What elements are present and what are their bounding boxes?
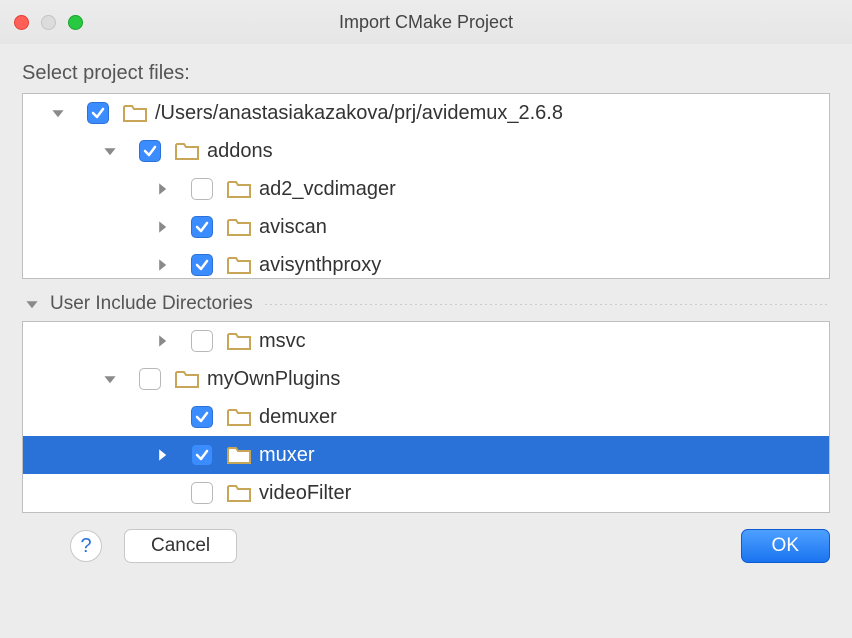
tree-row[interactable]: ad2_vcdimager [23, 170, 829, 208]
tree-row[interactable]: muxer [23, 436, 829, 474]
folder-icon [227, 217, 251, 237]
folder-icon [227, 179, 251, 199]
chevron-down-icon[interactable] [101, 142, 119, 160]
tree-item-label: msvc [259, 330, 306, 353]
tree-item-label: demuxer [259, 406, 337, 429]
checkbox[interactable] [139, 368, 161, 390]
user-include-section-header[interactable]: User Include Directories [22, 293, 830, 315]
checkbox[interactable] [191, 482, 213, 504]
folder-icon [227, 445, 251, 465]
checkbox[interactable] [139, 140, 161, 162]
tree-item-label: ad2_vcdimager [259, 178, 396, 201]
tree-item-label: avisynthproxy [259, 254, 381, 277]
window-title: Import CMake Project [0, 12, 852, 33]
folder-icon [175, 141, 199, 161]
tree-row[interactable]: demuxer [23, 398, 829, 436]
checkbox[interactable] [87, 102, 109, 124]
close-dot[interactable] [14, 15, 29, 30]
folder-icon [175, 369, 199, 389]
folder-icon [227, 407, 251, 427]
user-include-title: User Include Directories [50, 293, 253, 315]
select-project-files-label: Select project files: [22, 62, 830, 85]
cancel-button[interactable]: Cancel [124, 529, 237, 563]
tree-item-label: muxer [259, 444, 315, 467]
tree-row[interactable]: videoFilter [23, 474, 829, 512]
chevron-down-icon[interactable] [101, 370, 119, 388]
window-controls [14, 15, 83, 30]
checkbox[interactable] [191, 254, 213, 276]
ok-button[interactable]: OK [741, 529, 830, 563]
tree-row[interactable]: aviscan [23, 208, 829, 246]
chevron-right-icon[interactable] [153, 180, 171, 198]
disclosure-spacer [153, 408, 171, 426]
tree-item-label: aviscan [259, 216, 327, 239]
checkbox[interactable] [191, 444, 213, 466]
checkbox[interactable] [191, 216, 213, 238]
tree-item-label: /Users/anastasiakazakova/prj/avidemux_2.… [155, 102, 563, 125]
chevron-right-icon[interactable] [153, 256, 171, 274]
titlebar: Import CMake Project [0, 0, 852, 44]
tree-item-label: addons [207, 140, 273, 163]
tree-row[interactable]: addons [23, 132, 829, 170]
disclosure-spacer [153, 484, 171, 502]
folder-icon [227, 483, 251, 503]
tree-row[interactable]: myOwnPlugins [23, 360, 829, 398]
chevron-right-icon[interactable] [153, 446, 171, 464]
tree-item-label: videoFilter [259, 482, 351, 505]
chevron-right-icon[interactable] [153, 332, 171, 350]
checkbox[interactable] [191, 330, 213, 352]
folder-icon [227, 331, 251, 351]
minimize-dot [41, 15, 56, 30]
checkbox[interactable] [191, 406, 213, 428]
checkbox[interactable] [191, 178, 213, 200]
include-dirs-tree[interactable]: msvc myOwnPlugins demuxer muxer videoFil… [22, 321, 830, 513]
dialog-footer: ? Cancel OK [22, 529, 830, 563]
tree-row[interactable]: msvc [23, 322, 829, 360]
folder-icon [123, 103, 147, 123]
tree-item-label: myOwnPlugins [207, 368, 340, 391]
help-button[interactable]: ? [70, 530, 102, 562]
chevron-down-icon[interactable] [49, 104, 67, 122]
tree-row[interactable]: /Users/anastasiakazakova/prj/avidemux_2.… [23, 94, 829, 132]
folder-icon [227, 255, 251, 275]
zoom-dot[interactable] [68, 15, 83, 30]
chevron-right-icon[interactable] [153, 218, 171, 236]
tree-row[interactable]: avisynthproxy [23, 246, 829, 279]
project-files-tree[interactable]: /Users/anastasiakazakova/prj/avidemux_2.… [22, 93, 830, 279]
section-disclosure-icon[interactable] [22, 294, 42, 314]
section-divider [265, 304, 830, 305]
